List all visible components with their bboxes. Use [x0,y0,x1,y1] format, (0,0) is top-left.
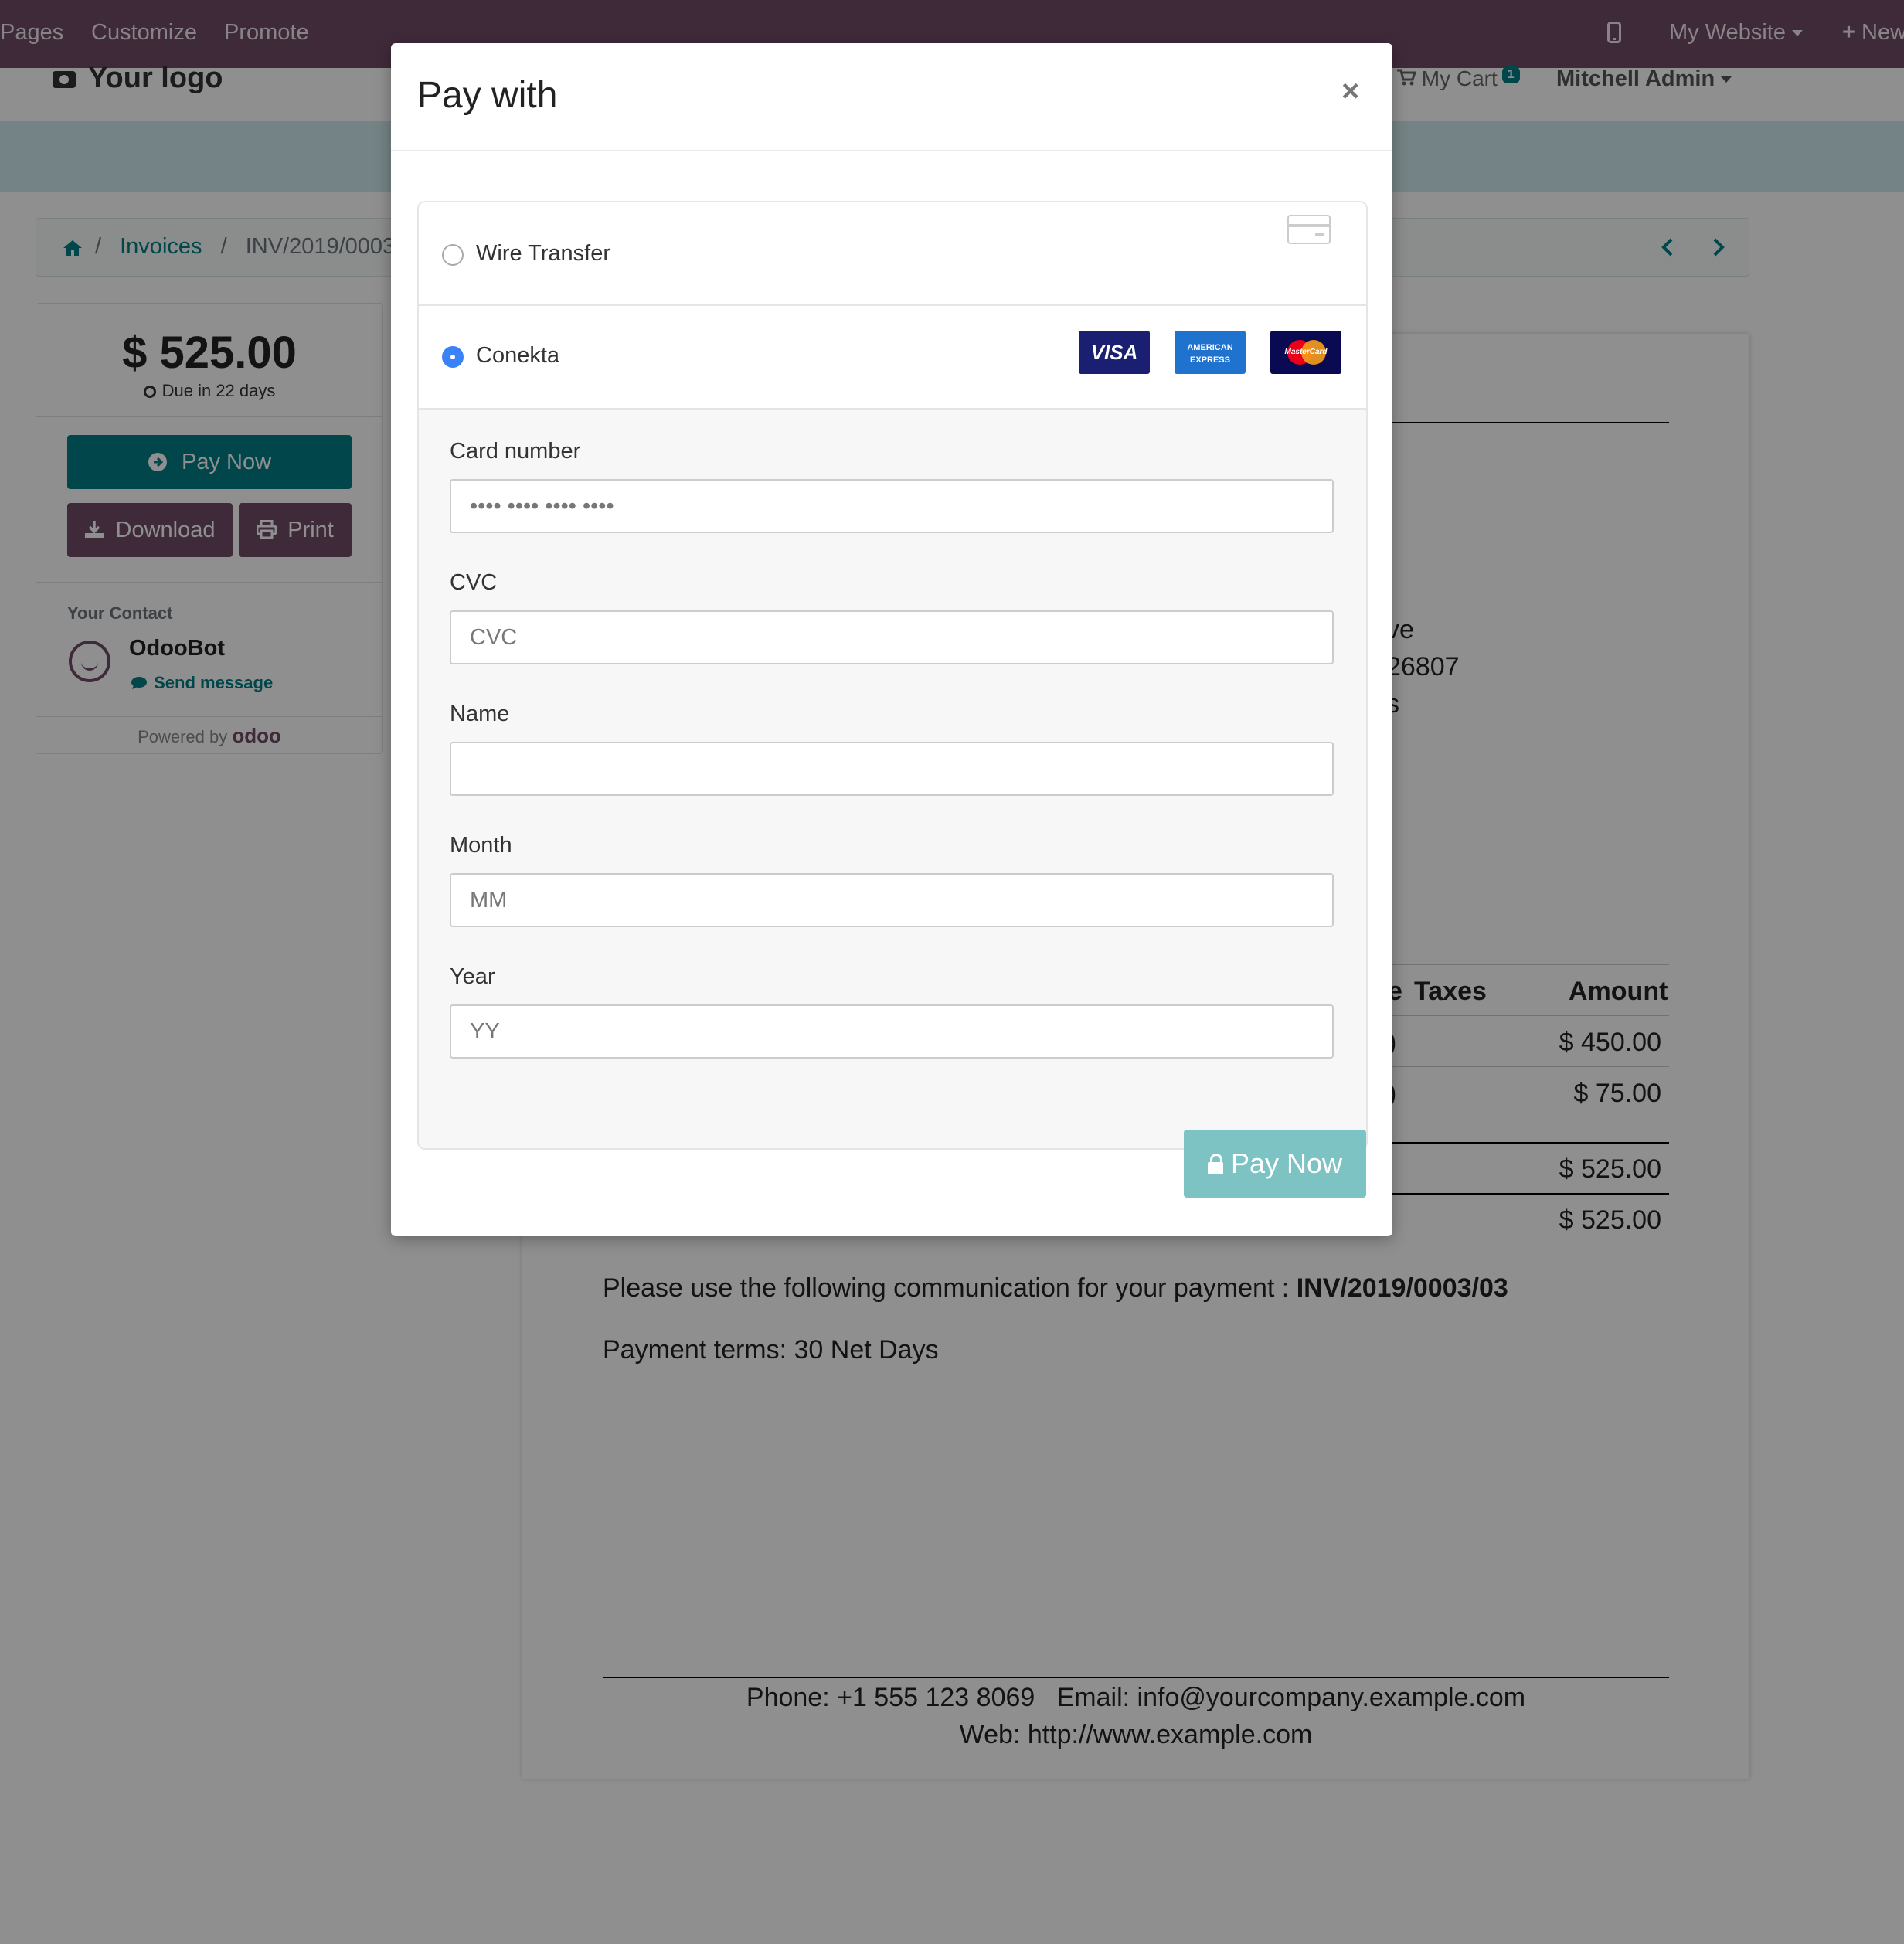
conekta-label: Conekta [476,343,560,368]
visa-logo: VISA [1079,331,1150,374]
card-number-input[interactable] [450,479,1334,533]
mastercard-text: MasterCard [1284,348,1328,356]
card-number-label: Card number [450,439,581,464]
cvc-label: CVC [450,570,498,595]
payment-method-wire-transfer[interactable]: Wire Transfer [419,202,1366,306]
month-input[interactable] [450,873,1334,927]
amex-logo: AMERICAN EXPRESS [1175,331,1246,374]
payment-methods: Wire Transfer Conekta VISA AMERICAN EXPR… [417,201,1368,1150]
modal-title: Pay with [417,75,558,116]
close-icon[interactable]: × [1341,74,1359,109]
mastercard-logo: MasterCard [1270,331,1341,374]
cvc-input[interactable] [450,610,1334,664]
modal-pay-now-button[interactable]: Pay Now [1184,1130,1366,1198]
card-form: Card number CVC Name Month Year [419,410,1366,1148]
modal-header-divider [391,150,1392,151]
year-input[interactable] [450,1004,1334,1059]
name-input[interactable] [450,742,1334,796]
year-label: Year [450,964,495,989]
modal-pay-now-label: Pay Now [1230,1147,1343,1179]
conekta-radio[interactable] [442,346,464,368]
lock-icon [1207,1154,1223,1174]
wire-transfer-label: Wire Transfer [476,241,611,266]
wire-transfer-radio[interactable] [442,244,464,266]
payment-modal: Pay with × Wire Transfer Conekta VISA AM… [391,43,1392,1236]
name-label: Name [450,702,510,726]
month-label: Month [450,833,512,858]
credit-card-icon [1287,215,1331,244]
payment-method-conekta[interactable]: Conekta VISA AMERICAN EXPRESS MasterCard [419,306,1366,410]
